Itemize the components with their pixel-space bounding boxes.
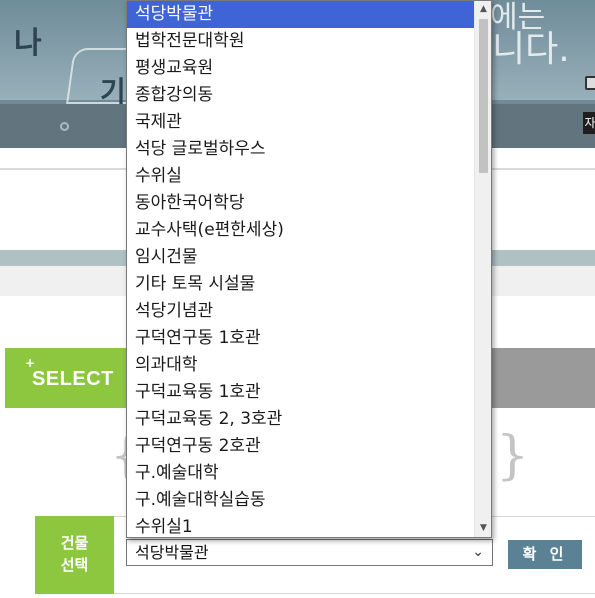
dropdown-option[interactable]: 동아한국어학당	[127, 190, 476, 217]
right-brace-decoration: }	[496, 426, 530, 486]
dropdown-option[interactable]: 구덕연구동 2호관	[127, 433, 476, 460]
dropdown-option[interactable]: 구덕교육동 1호관	[127, 379, 476, 406]
banner-badge[interactable]: 자	[583, 112, 595, 134]
select-tab: + SELECT	[5, 348, 129, 408]
dropdown-option[interactable]: 교수사택(e편한세상)	[127, 217, 476, 244]
scroll-up-arrow-icon[interactable]: ▲	[475, 1, 491, 18]
dropdown-option[interactable]: 석당 글로벌하우스	[127, 136, 476, 163]
chevron-down-icon[interactable]: ⌄	[472, 540, 484, 565]
dropdown-option[interactable]: 석당기념관	[127, 298, 476, 325]
dropdown-option[interactable]: 기타 토목 시설물	[127, 271, 476, 298]
dropdown-option[interactable]: 국제관	[127, 109, 476, 136]
dropdown-option[interactable]: 의과대학	[127, 352, 476, 379]
dropdown-option[interactable]: 임시건물	[127, 244, 476, 271]
banner-text-left-top: 나	[14, 26, 42, 61]
dropdown-option[interactable]: 수위실	[127, 163, 476, 190]
dropdown-option[interactable]: 석당박물관	[127, 1, 476, 28]
confirm-button[interactable]: 확 인	[508, 540, 582, 569]
dropdown-option[interactable]: 구덕교육동 2, 3호관	[127, 406, 476, 433]
dropdown-options: 석당박물관 법학전문대학원 평생교육원 종합강의동 국제관 석당 글로벌하우스 수위실 동아한…	[127, 1, 476, 537]
building-label-line1: 건물	[60, 534, 89, 552]
dropdown-option[interactable]: 구.예술대학	[127, 460, 476, 487]
building-dropdown-list[interactable]: 석당박물관 법학전문대학원 평생교육원 종합강의동 국제관 석당 글로벌하우스 수위실 동아한…	[126, 0, 492, 538]
dropdown-option[interactable]: 구.예술대학실습동	[127, 487, 476, 514]
dropdown-option[interactable]: 법학전문대학원	[127, 28, 476, 55]
banner-dot-icon[interactable]	[60, 122, 69, 131]
dropdown-option[interactable]: 수위실1	[127, 514, 476, 537]
building-label: 건물 선택	[35, 516, 114, 594]
scroll-down-arrow-icon[interactable]: ▼	[475, 520, 491, 537]
building-select[interactable]: 석당박물관 ⌄	[126, 539, 493, 566]
dropdown-option[interactable]: 구덕연구동 1호관	[127, 325, 476, 352]
select-title: SELECT	[32, 368, 114, 390]
banner-side-icon[interactable]	[585, 76, 595, 90]
dropdown-scrollbar[interactable]: ▲ ▼	[474, 1, 491, 537]
dropdown-option[interactable]: 종합강의동	[127, 82, 476, 109]
scrollbar-thumb[interactable]	[479, 19, 488, 173]
banner-text-right-bottom: 니다.	[492, 29, 570, 70]
building-select-value: 석당박물관	[135, 543, 209, 562]
dropdown-option[interactable]: 평생교육원	[127, 55, 476, 82]
building-label-line2: 선택	[60, 556, 89, 574]
